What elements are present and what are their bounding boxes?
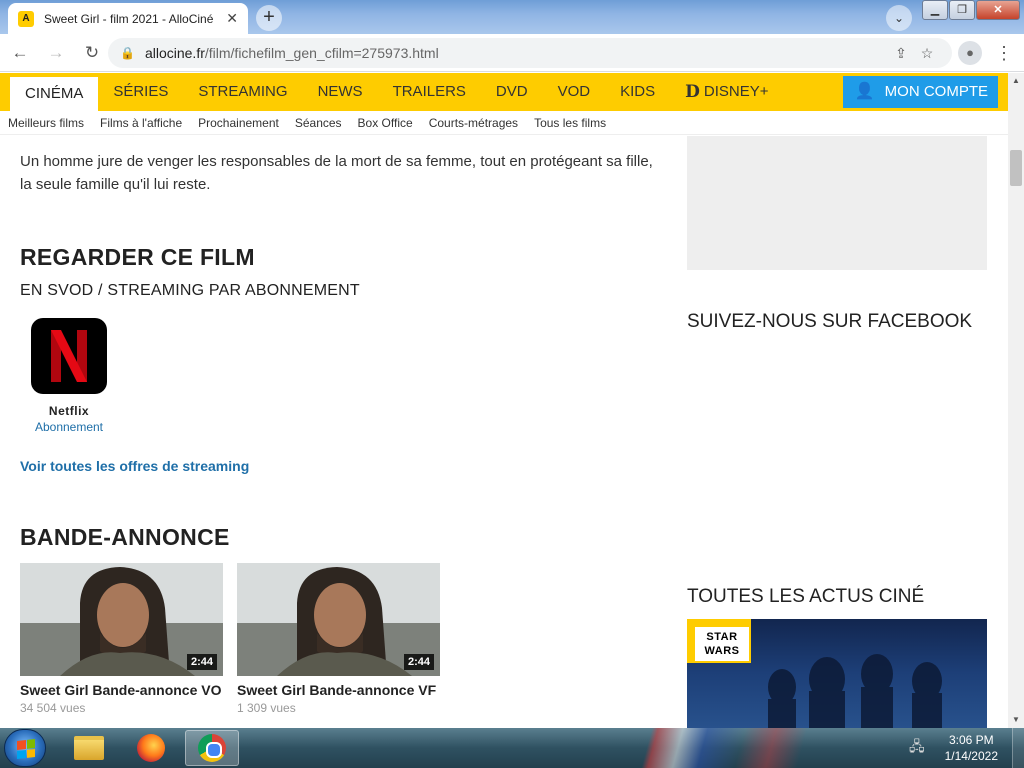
address-bar[interactable]: 🔒 allocine.fr/film/fichefilm_gen_cfilm=2…: [108, 38, 952, 68]
nav-news[interactable]: NEWS: [303, 73, 378, 111]
page-scrollbar[interactable]: ▲ ▼: [1008, 73, 1024, 728]
subnav-coming-soon[interactable]: Prochainement: [198, 116, 279, 130]
provider-type: Abonnement: [34, 420, 104, 434]
nav-streaming[interactable]: STREAMING: [183, 73, 302, 111]
trailer-thumbnail[interactable]: 2:44: [237, 563, 440, 676]
trailer-card-vo[interactable]: 2:44 Sweet Girl Bande-annonce VO 34 504 …: [20, 563, 223, 715]
minimize-button[interactable]: ▁: [922, 0, 948, 20]
watch-section-title: REGARDER CE FILM: [20, 244, 255, 270]
netflix-logo-icon[interactable]: [31, 318, 107, 394]
taskbar-explorer[interactable]: [62, 730, 116, 766]
film-synopsis: Un homme jure de venger les responsables…: [20, 153, 653, 193]
tab-close-icon[interactable]: ✕: [226, 10, 238, 27]
disney-label: DISNEY+: [703, 83, 769, 100]
window-controls: ▁ ❐ ✕: [921, 0, 1020, 20]
firefox-icon: [137, 734, 165, 762]
windows-logo-icon: [17, 739, 35, 759]
provider-netflix[interactable]: Netflix Abonnement: [20, 318, 118, 434]
chrome-icon: [198, 734, 226, 762]
show-desktop-button[interactable]: [1012, 728, 1024, 768]
clock[interactable]: 3:06 PM 1/14/2022: [945, 732, 998, 764]
start-button[interactable]: [4, 729, 46, 767]
browser-tab-active[interactable]: A Sweet Girl - film 2021 - AlloCiné ✕: [8, 3, 248, 34]
subnav-now-showing[interactable]: Films à l'affiche: [100, 116, 182, 130]
allocine-favicon-icon: A: [18, 10, 34, 27]
watch-section-subtitle: EN SVOD / STREAMING PAR ABONNEMENT: [20, 282, 360, 299]
nav-vod[interactable]: VOD: [543, 73, 606, 111]
nav-cinema[interactable]: CINÉMA: [10, 77, 99, 111]
account-button[interactable]: 👤 MON COMPTE: [842, 76, 998, 108]
trailer-views: 34 504 vues: [20, 701, 86, 715]
site-main-nav: CINÉMA SÉRIES STREAMING NEWS TRAILERS DV…: [0, 73, 1008, 111]
news-section-title: TOUTES LES ACTUS CINÉ: [687, 586, 925, 607]
subnav-box-office[interactable]: Box Office: [358, 116, 413, 130]
share-icon[interactable]: ⇪: [888, 45, 914, 62]
trailer-duration: 2:44: [403, 654, 434, 670]
folder-icon: [74, 736, 104, 760]
subnav-short-films[interactable]: Courts-métrages: [429, 116, 518, 130]
clock-time: 3:06 PM: [948, 733, 994, 747]
reload-icon[interactable]: ↻: [76, 37, 108, 69]
facebook-section-title: SUIVEZ-NOUS SUR FACEBOOK: [687, 311, 973, 332]
netflix-n-glyph: [51, 330, 87, 382]
subnav-showtimes[interactable]: Séances: [295, 116, 342, 130]
nav-series[interactable]: SÉRIES: [98, 73, 183, 111]
nav-trailers[interactable]: TRAILERS: [378, 73, 481, 111]
nav-disney-plus[interactable]: D DISNEY+: [670, 73, 783, 111]
system-tray: 🖧 3:06 PM 1/14/2022: [909, 728, 1024, 768]
trailer-title[interactable]: Sweet Girl Bande-annonce VF: [237, 682, 440, 699]
lock-icon[interactable]: 🔒: [120, 46, 135, 60]
restore-button[interactable]: ❐: [949, 0, 975, 20]
ad-placeholder: [687, 136, 987, 270]
user-icon: 👤: [854, 83, 875, 100]
trailer-views: 1 309 vues: [237, 701, 296, 715]
clock-date: 1/14/2022: [944, 749, 998, 763]
profile-avatar-icon[interactable]: ●: [958, 41, 982, 65]
forward-arrow-icon[interactable]: →: [40, 37, 72, 69]
star-wars-logo: STAR WARS: [695, 627, 749, 661]
browser-tabstrip: A Sweet Girl - film 2021 - AlloCiné ✕ + …: [0, 0, 1024, 34]
account-label: MON COMPTE: [884, 83, 988, 100]
taskbar-chrome[interactable]: [185, 730, 239, 766]
trailers-section-title: BANDE-ANNONCE: [20, 524, 230, 550]
browser-menu-icon[interactable]: ⋮: [994, 39, 1014, 67]
nav-kids[interactable]: KIDS: [605, 73, 670, 111]
close-window-button[interactable]: ✕: [976, 0, 1020, 20]
provider-name: Netflix: [48, 404, 90, 418]
taskbar-firefox[interactable]: [124, 730, 178, 766]
tab-search-chevron-icon[interactable]: ⌄: [886, 5, 912, 31]
browser-toolbar: ← → ↻ 🔒 allocine.fr/film/fichefilm_gen_c…: [0, 34, 1024, 72]
url-text[interactable]: allocine.fr/film/fichefilm_gen_cfilm=275…: [145, 45, 888, 61]
news-article-image[interactable]: STAR WARS: [687, 619, 987, 728]
scrollbar-thumb[interactable]: [1010, 150, 1022, 186]
all-streaming-offers-link[interactable]: Voir toutes les offres de streaming: [20, 458, 249, 474]
network-icon[interactable]: 🖧: [909, 736, 925, 760]
nav-dvd[interactable]: DVD: [481, 73, 543, 111]
new-tab-button[interactable]: +: [256, 5, 282, 31]
wallpaper-decoration: [590, 728, 890, 768]
windows-taskbar: 🖧 3:06 PM 1/14/2022: [0, 728, 1024, 768]
subnav-best-films[interactable]: Meilleurs films: [8, 116, 84, 130]
trailer-card-vf[interactable]: 2:44 Sweet Girl Bande-annonce VF 1 309 v…: [237, 563, 440, 715]
trailer-duration: 2:44: [186, 654, 217, 670]
disney-logo-icon: D: [685, 82, 700, 102]
trailer-title[interactable]: Sweet Girl Bande-annonce VO: [20, 682, 223, 699]
site-sub-nav: Meilleurs films Films à l'affiche Procha…: [0, 111, 1008, 135]
back-arrow-icon[interactable]: ←: [4, 37, 36, 69]
bookmark-star-icon[interactable]: ☆: [914, 45, 940, 62]
page-content: Un homme jure de venger les responsables…: [0, 136, 1008, 728]
trailer-thumbnail[interactable]: 2:44: [20, 563, 223, 676]
scroll-up-arrow-icon[interactable]: ▲: [1008, 73, 1024, 89]
subnav-all-films[interactable]: Tous les films: [534, 116, 606, 130]
scroll-down-arrow-icon[interactable]: ▼: [1008, 712, 1024, 728]
tab-title: Sweet Girl - film 2021 - AlloCiné: [44, 11, 214, 26]
